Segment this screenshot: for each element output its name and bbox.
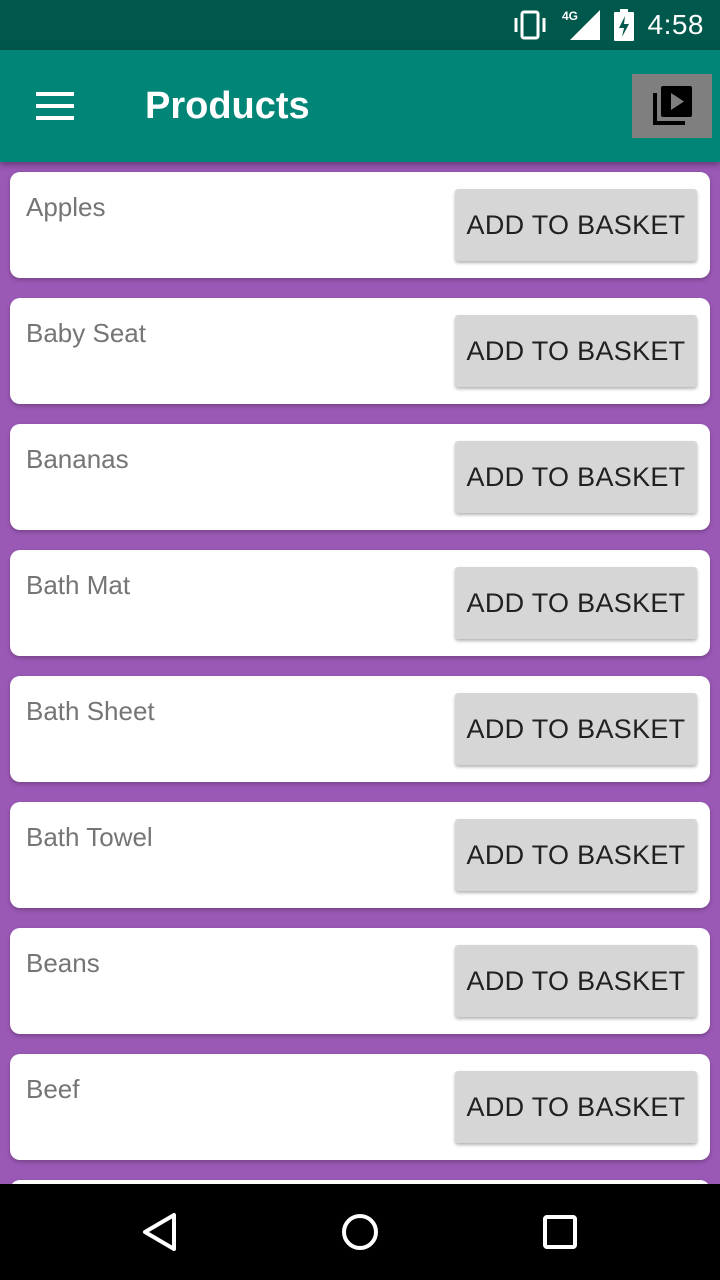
list-item: Baby Seat ADD TO BASKET: [10, 298, 710, 404]
add-to-basket-button[interactable]: ADD TO BASKET: [455, 315, 697, 387]
status-bar: 4G 4:58: [0, 0, 720, 50]
product-name: Bananas: [26, 444, 129, 474]
home-icon: [342, 1214, 378, 1250]
back-button[interactable]: [100, 1184, 220, 1280]
list-item: Bath Sheet ADD TO BASKET: [10, 676, 710, 782]
product-list[interactable]: Apples ADD TO BASKET Baby Seat ADD TO BA…: [0, 162, 720, 1184]
product-name: Baby Seat: [26, 318, 146, 348]
product-name: Beans: [26, 948, 100, 978]
add-to-basket-button[interactable]: ADD TO BASKET: [455, 567, 697, 639]
signal-icon: 4G: [562, 10, 600, 40]
add-to-basket-button[interactable]: ADD TO BASKET: [455, 441, 697, 513]
battery-charging-icon: [613, 9, 634, 41]
product-name: Bath Towel: [26, 822, 153, 852]
status-clock: 4:58: [647, 9, 704, 40]
video-library-button[interactable]: [632, 74, 712, 138]
app-bar: Products: [0, 50, 720, 162]
home-button[interactable]: [300, 1184, 420, 1280]
list-item: Bath Towel ADD TO BASKET: [10, 802, 710, 908]
list-item: Beef ADD TO BASKET: [10, 1054, 710, 1160]
add-to-basket-button[interactable]: ADD TO BASKET: [455, 189, 697, 261]
recents-icon: [543, 1215, 577, 1249]
hamburger-menu-icon[interactable]: [28, 80, 84, 132]
network-label: 4G: [562, 10, 578, 23]
add-to-basket-button[interactable]: ADD TO BASKET: [455, 1071, 697, 1143]
vibrate-icon: [514, 10, 545, 40]
back-icon: [143, 1213, 176, 1251]
add-to-basket-button[interactable]: ADD TO BASKET: [455, 819, 697, 891]
list-item: Beans ADD TO BASKET: [10, 928, 710, 1034]
list-item: Bath Mat ADD TO BASKET: [10, 550, 710, 656]
page-title: Products: [145, 85, 310, 127]
add-to-basket-button[interactable]: ADD TO BASKET: [455, 945, 697, 1017]
product-name: Apples: [26, 192, 106, 222]
video-library-icon: [653, 86, 692, 125]
product-name: Bath Sheet: [26, 696, 155, 726]
list-item: Apples ADD TO BASKET: [10, 172, 710, 278]
product-name: Beef: [26, 1074, 80, 1104]
recents-button[interactable]: [500, 1184, 620, 1280]
navigation-bar: [0, 1184, 720, 1280]
product-name: Bath Mat: [26, 570, 131, 600]
add-to-basket-button[interactable]: ADD TO BASKET: [455, 693, 697, 765]
list-item: Bananas ADD TO BASKET: [10, 424, 710, 530]
